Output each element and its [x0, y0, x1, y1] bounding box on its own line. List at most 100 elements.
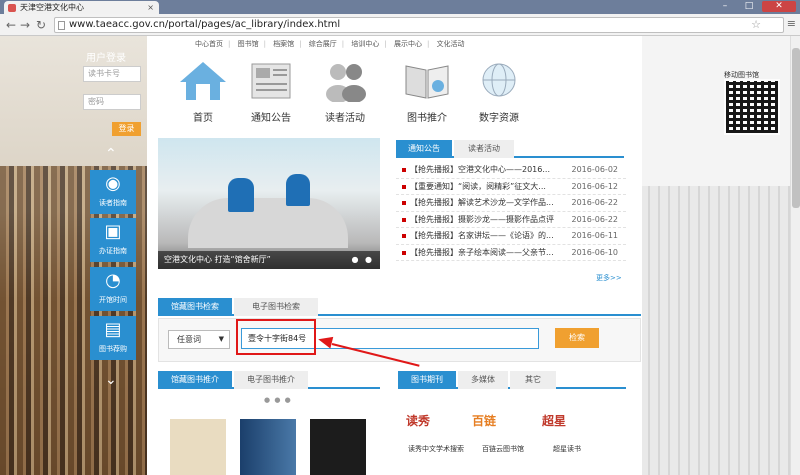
web-page: 用户登录 读书卡号 密码 登录 ⌃ ◉ 读者指南 ▣ 办证指南 ◔ 开馆时间 ▤…	[0, 36, 800, 475]
nav-library[interactable]: 图书馆	[238, 40, 259, 48]
nav-archive[interactable]: 档案馆	[273, 40, 294, 48]
tab-close-icon[interactable]: ×	[147, 1, 154, 14]
category-label: 首页	[193, 113, 213, 124]
forward-icon[interactable]: →	[18, 17, 32, 33]
book-cover[interactable]	[170, 419, 226, 475]
nav-center-home[interactable]: 中心首页	[195, 40, 223, 48]
chaoxing-logo[interactable]: 超星	[542, 410, 566, 432]
category-home[interactable]: 首页	[170, 58, 236, 124]
search-button[interactable]: 检索	[555, 328, 599, 348]
recommend-tabs: 馆藏图书推介 电子图书推介	[158, 371, 380, 389]
staff-figure	[228, 178, 254, 212]
news-title[interactable]: 【抢先播报】名家讲坛——《论语》的...	[410, 228, 554, 245]
sidebar-item-opening-hours[interactable]: ◔ 开馆时间	[90, 267, 136, 311]
sidebar-item-book-purchase[interactable]: ▤ 图书荐购	[90, 316, 136, 360]
browser-tab[interactable]: 天津空港文化中心 ×	[4, 1, 159, 14]
duxiu-logo[interactable]: 读秀	[406, 410, 430, 432]
clock-icon: ◔	[105, 270, 121, 291]
category-digital-resources[interactable]: 数字资源	[466, 58, 532, 124]
tab-books-periodicals[interactable]: 图书期刊	[398, 371, 456, 389]
globe-icon	[482, 63, 516, 97]
url-field[interactable]: www.taeacc.gov.cn/portal/pages/ac_librar…	[54, 17, 784, 33]
bullet-icon	[402, 201, 406, 205]
tab-collection-search[interactable]: 馆藏图书检索	[158, 298, 232, 316]
category-reader-activities[interactable]: 读者活动	[312, 58, 378, 124]
qr-code	[724, 79, 780, 135]
highlight-box	[236, 319, 316, 355]
category-book-recommend[interactable]: 图书推介	[394, 58, 460, 124]
newspaper-icon	[251, 63, 291, 99]
news-title[interactable]: 【重要通知】“阅读，阅精彩”征文大...	[410, 179, 546, 196]
card-number-input[interactable]: 读书卡号	[83, 66, 141, 82]
nav-exhibition-hall[interactable]: 综合展厅	[309, 40, 337, 48]
category-notices[interactable]: 通知公告	[238, 58, 304, 124]
nav-cultural-activities[interactable]: 文化活动	[437, 40, 465, 48]
list-item[interactable]: 【抢先播报】解读艺术沙龙—文学作品... 2016-06-22	[396, 195, 626, 212]
target-icon: ◉	[105, 173, 121, 194]
news-title[interactable]: 【抢先播报】解读艺术沙龙—文学作品...	[410, 195, 554, 212]
window-titlebar: 天津空港文化中心 × – □ ✕	[0, 0, 800, 14]
book-icon: ▤	[104, 319, 122, 340]
news-tabs: 通知公告 读者活动	[396, 140, 624, 158]
news-title[interactable]: 【抢先播报】摄影沙龙——摄影作品点评	[410, 212, 554, 229]
scroll-up-icon[interactable]: ⌃	[105, 146, 117, 162]
page-scrollbar[interactable]	[790, 36, 800, 475]
list-item[interactable]: 【抢先播报】摄影沙龙——摄影作品点评 2016-06-22	[396, 212, 626, 229]
carousel-pager[interactable]: ● ● ●	[264, 396, 292, 404]
bullet-icon	[402, 250, 406, 255]
tab-other[interactable]: 其它	[510, 371, 556, 389]
sidebar-item-label: 图书荐购	[99, 345, 127, 353]
news-date: 2016-06-11	[571, 231, 619, 240]
select-value: 任意词	[177, 335, 201, 344]
category-label: 数字资源	[479, 113, 519, 124]
login-button[interactable]: 登录	[112, 122, 141, 136]
minimize-button[interactable]: –	[714, 1, 736, 12]
scrollbar-thumb[interactable]	[792, 48, 800, 208]
news-title[interactable]: 【抢先播报】空港文化中心——2016...	[410, 162, 550, 179]
bailian-logo[interactable]: 百链	[472, 410, 496, 432]
tab-ebook-search[interactable]: 电子图书检索	[234, 298, 318, 316]
search-field-select[interactable]: 任意词 ▼	[168, 330, 230, 349]
resource-label[interactable]: 超星读书	[553, 444, 581, 454]
favicon-icon	[8, 4, 16, 12]
resource-label[interactable]: 百链云图书馆	[482, 444, 524, 454]
back-icon[interactable]: ←	[4, 17, 18, 33]
list-item[interactable]: 【抢先播报】空港文化中心——2016... 2016-06-02	[396, 162, 626, 179]
tab-notices[interactable]: 通知公告	[396, 140, 452, 158]
nav-display-center[interactable]: 展示中心	[394, 40, 422, 48]
scroll-down-icon[interactable]: ⌄	[105, 372, 117, 388]
tab-multimedia[interactable]: 多媒体	[458, 371, 508, 389]
address-bar: ← → ↻ www.taeacc.gov.cn/portal/pages/ac_…	[0, 14, 800, 36]
resource-label[interactable]: 读秀中文学术搜索	[408, 444, 464, 454]
tab-ebook-recommend[interactable]: 电子图书推介	[234, 371, 308, 389]
sidebar-item-card-guide[interactable]: ▣ 办证指南	[90, 218, 136, 262]
hero-slideshow[interactable]: 空港文化中心 打造“馆舍新厅” ● ●	[158, 138, 380, 269]
hero-caption: 空港文化中心 打造“馆舍新厅”	[158, 251, 380, 269]
bookmark-star-icon[interactable]: ☆	[751, 18, 761, 32]
password-input[interactable]: 密码	[83, 94, 141, 110]
tab-collection-recommend[interactable]: 馆藏图书推介	[158, 371, 232, 389]
news-title[interactable]: 【抢先播报】亲子绘本阅读——父亲节...	[410, 245, 554, 262]
close-window-button[interactable]: ✕	[762, 1, 796, 12]
bullet-icon	[402, 168, 406, 172]
list-item[interactable]: 【抢先播报】亲子绘本阅读——父亲节... 2016-06-10	[396, 245, 626, 262]
browser-menu-icon[interactable]: ≡	[787, 17, 796, 30]
sidebar-item-reader-guide[interactable]: ◉ 读者指南	[90, 170, 136, 214]
list-item[interactable]: 【重要通知】“阅读，阅精彩”征文大... 2016-06-12	[396, 179, 626, 196]
maximize-button[interactable]: □	[738, 1, 760, 12]
category-label: 读者活动	[325, 113, 365, 124]
open-book-icon	[405, 65, 449, 99]
sidebar-item-label: 开馆时间	[99, 296, 127, 304]
book-cover[interactable]	[240, 419, 296, 475]
reload-icon[interactable]: ↻	[34, 17, 48, 33]
slide-indicator[interactable]: ● ●	[351, 255, 374, 264]
more-link[interactable]: 更多>>	[596, 273, 622, 283]
book-cover[interactable]	[310, 419, 366, 475]
bullet-icon	[402, 234, 406, 238]
nav-training-center[interactable]: 培训中心	[351, 40, 379, 48]
page-icon	[58, 21, 65, 30]
news-date: 2016-06-10	[571, 247, 619, 257]
tab-reader-activities[interactable]: 读者活动	[454, 140, 514, 158]
list-item[interactable]: 【抢先播报】名家讲坛——《论语》的... 2016-06-11	[396, 228, 626, 245]
news-date: 2016-06-02	[571, 165, 619, 174]
